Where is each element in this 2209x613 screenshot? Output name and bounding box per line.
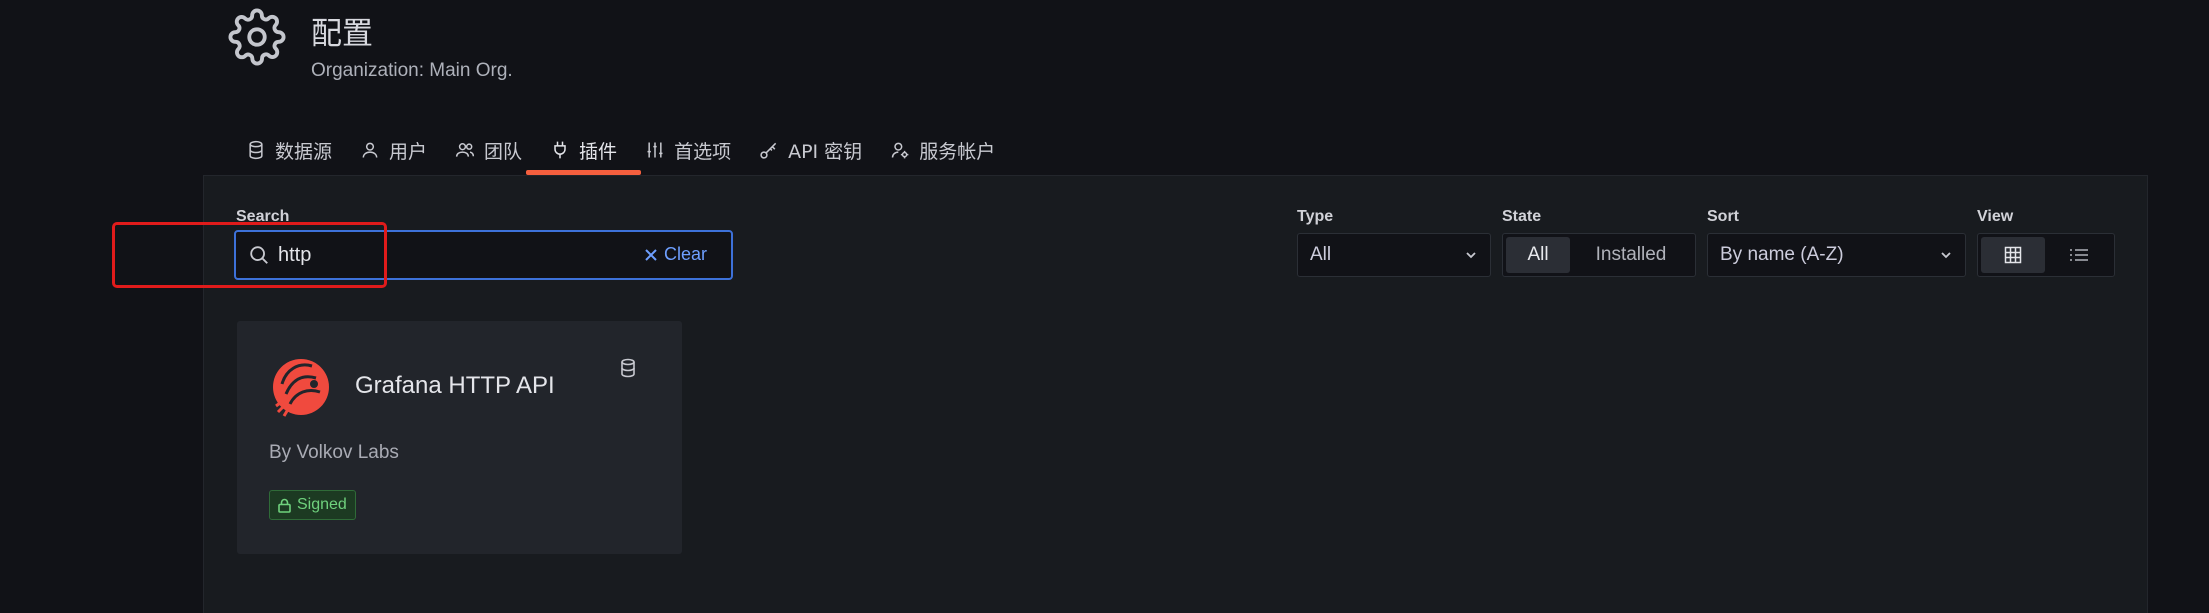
signed-label: Signed (297, 496, 347, 513)
page-subtitle: Organization: Main Org. (311, 60, 513, 81)
database-icon (249, 140, 263, 160)
tab-teams[interactable]: 团队 (451, 130, 546, 170)
tab-preferences[interactable]: 首选项 (641, 130, 755, 170)
chevron-down-icon (1941, 252, 1951, 259)
chevron-down-icon (1466, 252, 1476, 259)
type-label: Type (1297, 208, 1334, 225)
plugin-logo-icon (273, 359, 329, 417)
tab-plugins[interactable]: 插件 (526, 130, 642, 175)
clear-label: Clear (663, 244, 707, 264)
state-option-all[interactable]: All (1506, 237, 1570, 273)
sort-value: By name (A-Z) (1720, 244, 1844, 265)
plug-icon (554, 141, 566, 159)
plugin-author: By Volkov Labs (269, 442, 399, 463)
user-icon (362, 142, 378, 158)
users-icon (455, 143, 475, 157)
sliders-icon (647, 142, 663, 158)
state-toggle: All Installed (1502, 233, 1696, 277)
gear-icon (228, 8, 286, 66)
tab-label: 团队 (484, 140, 523, 163)
view-label: View (1977, 208, 2014, 225)
tab-datasources[interactable]: 数据源 (242, 130, 356, 170)
sort-select[interactable]: By name (A-Z) (1707, 233, 1966, 277)
close-icon (645, 248, 657, 261)
tab-service-accounts[interactable]: 服务帐户 (886, 130, 1019, 170)
tab-users[interactable]: 用户 (356, 130, 451, 170)
list-icon (2070, 249, 2088, 261)
sort-label: Sort (1707, 208, 1739, 225)
key-icon (760, 142, 777, 159)
tab-api-keys[interactable]: API 密钥 (755, 130, 886, 170)
state-option-installed[interactable]: Installed (1572, 237, 1690, 273)
lock-icon (278, 498, 291, 513)
list-view-button[interactable] (2047, 237, 2111, 273)
tab-label: 首选项 (674, 140, 732, 163)
type-value: All (1310, 244, 1332, 265)
view-toggle (1977, 233, 2115, 277)
clear-button[interactable]: Clear (645, 244, 707, 265)
user-cog-icon (891, 142, 909, 159)
tab-bar: 数据源 用户 团队 插件 首选项 API 密钥 服务帐户 (242, 130, 1019, 178)
grid-view-button[interactable] (1981, 237, 2045, 273)
database-icon (621, 358, 635, 378)
tab-label: 用户 (389, 140, 428, 163)
tab-label: 插件 (579, 140, 618, 163)
plugin-name: Grafana HTTP API (355, 372, 555, 399)
tab-label: 服务帐户 (919, 140, 996, 163)
tab-label: 数据源 (275, 140, 333, 163)
tab-label: API 密钥 (788, 140, 863, 163)
state-label: State (1502, 208, 1542, 225)
signed-badge: Signed (269, 490, 356, 520)
page-title: 配置 (311, 16, 373, 52)
highlight-box (112, 222, 387, 288)
type-select[interactable]: All (1297, 233, 1491, 277)
grid-icon (2004, 246, 2022, 264)
